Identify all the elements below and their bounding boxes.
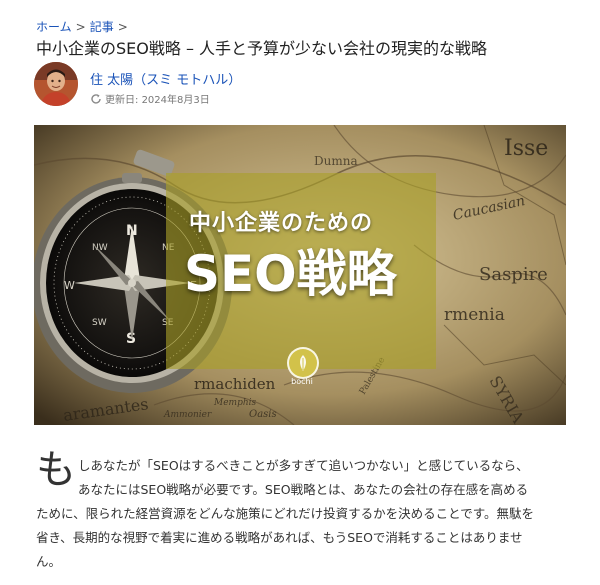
- intro-line: 省き、長期的な視野で着実に進める戦略があれば、もうSEOで消耗することはありませ: [36, 530, 523, 545]
- article-title: 中小企業のSEO戦略 – 人手と予算が少ない会社の現実的な戦略: [36, 39, 488, 58]
- intro-line: ために、限られた経営資源をどんな施策にどれだけ投資するかを決めることです。無駄を: [36, 506, 535, 521]
- hero-title: SEO戦略: [184, 245, 397, 303]
- hero-subtitle: 中小企業のための: [189, 211, 374, 236]
- svg-text:Oasis: Oasis: [249, 409, 277, 420]
- breadcrumb-articles-link[interactable]: 記事: [90, 20, 114, 34]
- svg-text:Isse: Isse: [504, 136, 548, 161]
- leaf-icon: [300, 355, 306, 371]
- article-intro: しあなたが「SEOはするべきことが多すぎて追いつかない」と感じているなら、 あな…: [36, 454, 566, 574]
- author-name[interactable]: 住 太陽（スミ モトハル）: [90, 72, 241, 90]
- intro-line: ん。: [36, 554, 62, 569]
- refresh-icon: [91, 94, 101, 104]
- author-photo: [34, 62, 78, 106]
- author-avatar[interactable]: [34, 62, 78, 106]
- svg-text:Saspire: Saspire: [479, 264, 548, 285]
- updated-value: 2024年8月3日: [141, 95, 210, 106]
- svg-text:Dumna: Dumna: [314, 154, 358, 168]
- hero-image: Isse Caucasian Saspire rmenia rmachiden …: [34, 125, 566, 425]
- bochi-logo-icon: [287, 347, 319, 379]
- svg-text:rmachiden: rmachiden: [194, 375, 276, 393]
- breadcrumb-separator: >: [75, 20, 86, 34]
- updated-label: 更新日:: [105, 95, 139, 106]
- svg-text:Ammonier: Ammonier: [163, 410, 212, 420]
- breadcrumb: ホーム > 記事 >: [36, 18, 132, 36]
- svg-text:Memphis: Memphis: [213, 398, 257, 408]
- updated-date: 更新日: 2024年8月3日: [90, 93, 210, 108]
- intro-line: あなたにはSEO戦略が必要です。SEO戦略とは、あなたの会社の存在感を高める: [78, 482, 529, 497]
- intro-line: しあなたが「SEOはするべきことが多すぎて追いつかない」と感じているなら、: [78, 458, 529, 473]
- svg-text:SW: SW: [92, 318, 107, 328]
- breadcrumb-separator: >: [117, 20, 128, 34]
- hero-logo-text: bochi: [291, 377, 313, 386]
- svg-text:W: W: [64, 279, 75, 292]
- breadcrumb-home-link[interactable]: ホーム: [36, 20, 72, 34]
- svg-text:rmenia: rmenia: [444, 305, 505, 325]
